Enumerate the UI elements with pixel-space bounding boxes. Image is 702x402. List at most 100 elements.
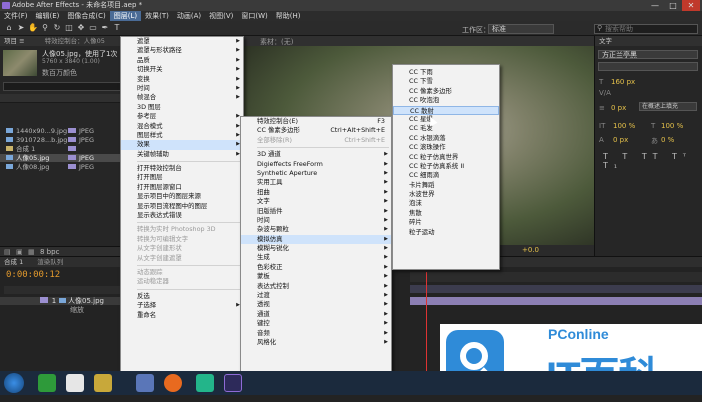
- menu-item-blend-mode[interactable]: 混合模式 ▶: [121, 122, 243, 131]
- app-360-icon[interactable]: [38, 374, 56, 392]
- menu-item-mask-shape[interactable]: 遮罩与形状路径 ▶: [121, 46, 243, 55]
- menu-item-shatter[interactable]: 碎片: [393, 218, 499, 227]
- menu-item-stylize[interactable]: 风格化 ▶: [241, 338, 391, 347]
- menu-item-transition[interactable]: 过渡 ▶: [241, 291, 391, 300]
- mask-tool-icon[interactable]: ▭: [88, 23, 98, 33]
- hand-tool-icon[interactable]: ✋: [28, 23, 38, 33]
- file-row[interactable]: 人像08.jpg JPEG: [6, 163, 124, 171]
- menu-item-cc-hair[interactable]: CC 毛发: [393, 124, 499, 133]
- zoom-tool-icon[interactable]: ⚲: [40, 23, 50, 33]
- menu-item-channel[interactable]: 通道 ▶: [241, 310, 391, 319]
- menu-composition[interactable]: 图像合成(C): [63, 11, 109, 21]
- menu-item-simulation[interactable]: 模拟仿真 ▶: [241, 234, 391, 245]
- layer-scale-property[interactable]: 缩放: [70, 306, 84, 314]
- tab-effects-controls[interactable]: 特效控制台：人像05: [45, 37, 105, 45]
- menu-item-select-children[interactable]: 子选择 ▶: [121, 301, 243, 310]
- menu-item-guide-layer[interactable]: 参考层 ▶: [121, 112, 243, 121]
- menu-item-time-effects[interactable]: 时间 ▶: [241, 216, 391, 225]
- file-row-selected[interactable]: 人像05.jpg JPEG: [0, 154, 128, 162]
- menu-view[interactable]: 视图(V): [205, 11, 237, 21]
- close-button[interactable]: ✕: [682, 0, 700, 11]
- menu-item-cc-drizzle[interactable]: CC 细雨滴: [393, 171, 499, 180]
- menu-item-synthetic-aperture[interactable]: Synthetic Aperture ▶: [241, 169, 391, 178]
- menu-item-open-layer-source[interactable]: 打开图层源窗口: [121, 183, 243, 192]
- layer-row[interactable]: 1 人像05.jpg: [0, 297, 128, 305]
- menu-item-effect-controls[interactable]: 特效控制台(E) F3: [241, 117, 391, 126]
- app-blue-icon[interactable]: [136, 374, 154, 392]
- font-select[interactable]: 方正兰亭黑: [598, 50, 698, 59]
- menu-item-cc-bubbles[interactable]: CC 吹泡泡: [393, 96, 499, 105]
- menu-item-color-correction[interactable]: 色彩校正 ▶: [241, 263, 391, 272]
- menu-item-perspective[interactable]: 透视 ▶: [241, 300, 391, 309]
- font-size-value[interactable]: 160 px: [611, 78, 635, 86]
- menu-item-3d-layer[interactable]: 3D 图层: [121, 103, 243, 112]
- menu-item-quality[interactable]: 品质 ▶: [121, 56, 243, 65]
- menu-item-audio[interactable]: 音频 ▶: [241, 329, 391, 338]
- interpret-footage-icon[interactable]: ▤: [4, 248, 11, 256]
- menu-item-3d-channel[interactable]: 3D 通道 ▶: [241, 150, 391, 159]
- home-tool-icon[interactable]: ⌂: [4, 23, 14, 33]
- current-time-indicator[interactable]: [426, 272, 427, 372]
- text-style-buttons[interactable]: T T TT Tᵀ T₁: [603, 152, 702, 170]
- time-ruler[interactable]: [410, 272, 702, 282]
- menu-item-cc-snowfall[interactable]: CC 下雪: [393, 77, 499, 86]
- workspace-select[interactable]: 标准: [488, 24, 554, 34]
- media-player-icon[interactable]: [196, 374, 214, 392]
- rotate-tool-icon[interactable]: ↻: [52, 23, 62, 33]
- menu-item-cc-particle-systems-ii[interactable]: CC 粒子仿真系统 II: [393, 162, 499, 171]
- file-row[interactable]: 合成 1: [6, 145, 124, 153]
- menu-item-cc-rainfall[interactable]: CC 下雨: [393, 68, 499, 77]
- menu-item-generate[interactable]: 生成 ▶: [241, 253, 391, 262]
- menu-item-time[interactable]: 时间 ▶: [121, 84, 243, 93]
- tsume-value[interactable]: 0 %: [661, 136, 674, 144]
- menu-help[interactable]: 帮助(H): [272, 11, 305, 21]
- file-row[interactable]: 1440x90...9.jpg JPEG: [6, 127, 124, 135]
- menu-item-frame-blend[interactable]: 帧混合 ▶: [121, 93, 243, 102]
- menu-item-expression-controls[interactable]: 表达式控制 ▶: [241, 282, 391, 291]
- menu-layer[interactable]: 图层(L): [109, 11, 142, 21]
- exposure-value[interactable]: +0.0: [522, 246, 539, 254]
- menu-window[interactable]: 窗口(W): [237, 11, 271, 21]
- firefox-icon[interactable]: [164, 374, 182, 392]
- menu-item-keyframe-assistant[interactable]: 关键帧辅助 ▶: [121, 150, 243, 159]
- menu-item-transform[interactable]: 变换 ▶: [121, 75, 243, 84]
- menu-item-effect[interactable]: 效果 ▶: [121, 140, 243, 150]
- camera-tool-icon[interactable]: ◫: [64, 23, 74, 33]
- menu-item-distort[interactable]: 扭曲 ▶: [241, 188, 391, 197]
- menu-item-noise-grain[interactable]: 杂波与颗粒 ▶: [241, 225, 391, 234]
- maximize-button[interactable]: □: [664, 0, 682, 11]
- pan-tool-icon[interactable]: ✥: [76, 23, 86, 33]
- menu-item-reveal-in-flowchart[interactable]: 显示项目流程图中的图层: [121, 202, 243, 211]
- selection-tool-icon[interactable]: ➤: [16, 23, 26, 33]
- menu-item-text[interactable]: 文字 ▶: [241, 197, 391, 206]
- minimize-button[interactable]: —: [646, 0, 664, 11]
- new-comp-icon[interactable]: ▦: [28, 248, 35, 256]
- menu-item-cc-ball-action[interactable]: CC 滚珠操作: [393, 143, 499, 152]
- stroke-fill-select[interactable]: 在概述上填充: [639, 102, 697, 111]
- work-area-bar[interactable]: [410, 285, 702, 293]
- menu-item-reveal-in-project[interactable]: 显示项目中的图层来源: [121, 192, 243, 201]
- project-search-input[interactable]: [3, 82, 125, 91]
- vertical-scale-value[interactable]: 100 %: [613, 122, 635, 130]
- menu-item-obsolete[interactable]: 旧版插件 ▶: [241, 207, 391, 216]
- menu-item-open-layer[interactable]: 打开图层: [121, 173, 243, 182]
- menu-item-cc-pixel-polly[interactable]: CC 像素多边形: [393, 87, 499, 96]
- menu-item-cc-particle-world[interactable]: CC 粒子仿真世界: [393, 153, 499, 162]
- menu-item-keying[interactable]: 键控 ▶: [241, 319, 391, 328]
- menu-effect[interactable]: 效果(T): [141, 11, 173, 21]
- menu-item-particle-playground[interactable]: 粒子运动: [393, 228, 499, 237]
- menu-edit[interactable]: 编辑(E): [32, 11, 64, 21]
- menu-file[interactable]: 文件(F): [0, 11, 32, 21]
- tab-project[interactable]: 项目 ≡: [4, 37, 25, 45]
- menu-item-rename[interactable]: 重命名: [121, 311, 243, 320]
- menu-item-card-dance[interactable]: 卡片舞蹈: [393, 181, 499, 190]
- menu-item-foam[interactable]: 泡沫: [393, 199, 499, 208]
- horizontal-scale-value[interactable]: 100 %: [661, 122, 683, 130]
- bit-depth-label[interactable]: 8 bpc: [40, 248, 59, 256]
- menu-item-utility[interactable]: 实用工具 ▶: [241, 178, 391, 187]
- menu-item-last-effect[interactable]: CC 像素多边形 Ctrl+Alt+Shift+E: [241, 126, 391, 135]
- stroke-width-value[interactable]: 0 px: [611, 104, 626, 112]
- pen-tool-icon[interactable]: ✒: [100, 23, 110, 33]
- layer-duration-bar[interactable]: [410, 297, 702, 305]
- tab-text[interactable]: 文字: [599, 37, 612, 45]
